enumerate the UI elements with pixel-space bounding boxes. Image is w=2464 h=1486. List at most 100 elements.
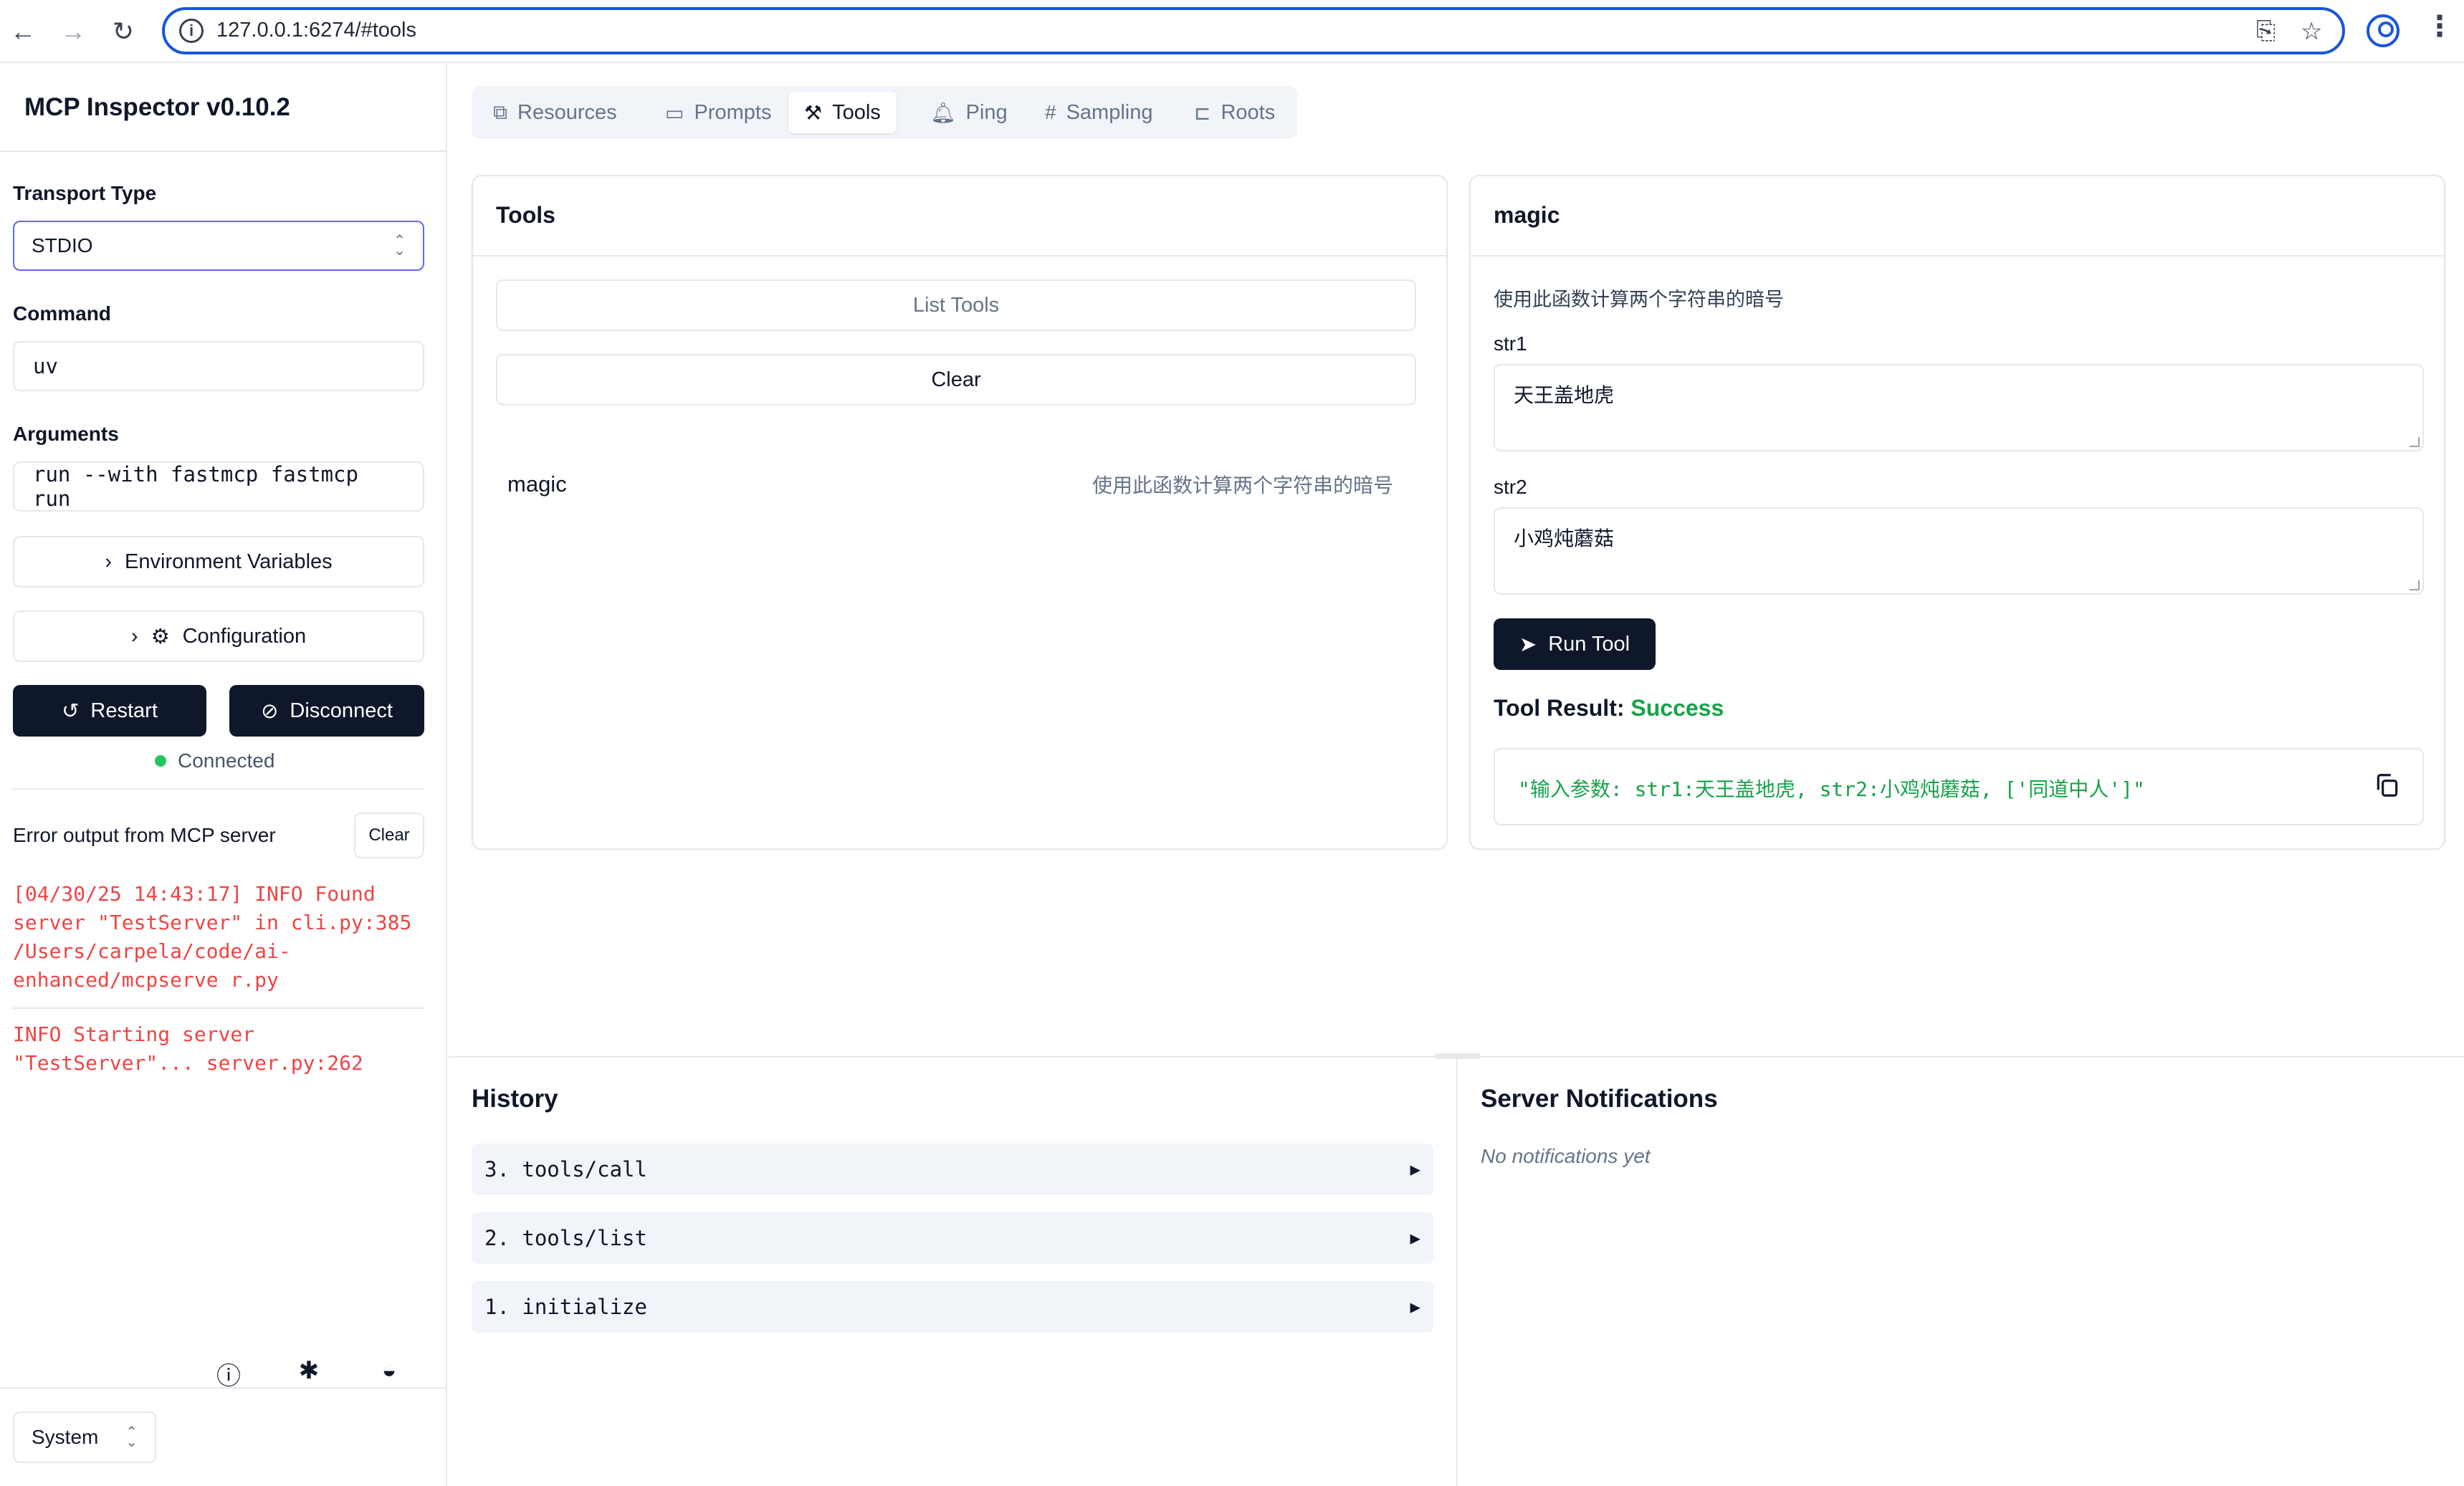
tool-list-item[interactable]: magic 使用此函数计算两个字符串的暗号 <box>507 463 1393 506</box>
bookmark-star-icon[interactable]: ☆ <box>2301 17 2322 46</box>
address-bar[interactable]: i 127.0.0.1:6274/#tools ⎘ ☆ <box>162 7 2345 54</box>
list-tools-button[interactable]: List Tools <box>496 279 1416 331</box>
tab-ping[interactable]: 🔔︎ Ping <box>915 92 1023 133</box>
history-item[interactable]: 3. tools/call ▶ <box>472 1144 1433 1195</box>
tool-detail-description: 使用此函数计算两个字符串的暗号 <box>1494 289 1784 310</box>
transport-type-select[interactable]: STDIO ⌃ ⌄ <box>13 221 424 271</box>
transport-type-value: STDIO <box>32 234 93 257</box>
run-tool-button[interactable]: ➤ Run Tool <box>1494 618 1656 670</box>
resize-handle-icon[interactable] <box>2410 437 2420 447</box>
message-square-icon: ▭ <box>665 101 684 124</box>
transport-type-label: Transport Type <box>13 182 157 204</box>
connection-status: Connected <box>155 749 274 772</box>
log-entry: [04/30/25 14:43:17] INFO Found server "T… <box>13 882 412 992</box>
theme-select[interactable]: System ⌃ ⌄ <box>13 1411 156 1463</box>
divider <box>13 788 424 790</box>
profile-icon[interactable] <box>2367 14 2399 47</box>
disconnect-button[interactable]: ⊘ Disconnect <box>229 685 424 737</box>
send-icon: ➤ <box>1519 633 1537 656</box>
tool-result-status: Success <box>1630 695 1724 721</box>
bug-icon[interactable]: ✱ <box>291 1356 327 1385</box>
back-icon[interactable]: ← <box>4 13 42 50</box>
github-icon[interactable]: ◒ <box>371 1356 407 1384</box>
disconnect-label: Disconnect <box>290 699 393 722</box>
sidebar: MCP Inspector v0.10.2 Transport Type STD… <box>0 64 447 1486</box>
log-entry: INFO Starting server "TestServer"... ser… <box>13 1022 363 1075</box>
no-notifications-text: No notifications yet <box>1481 1145 1651 1167</box>
error-output-title: Error output from MCP server <box>13 824 276 846</box>
history-item[interactable]: 1. initialize ▶ <box>472 1281 1433 1333</box>
command-input[interactable]: uv <box>13 341 424 391</box>
url-text[interactable]: 127.0.0.1:6274/#tools <box>216 19 416 42</box>
theme-value: System <box>32 1426 99 1448</box>
tool-result-text: "输入参数: str1:天王盖地虎, str2:小鸡炖蘑菇, ['同道中人']" <box>1518 777 2145 801</box>
site-info-icon[interactable]: i <box>179 19 204 43</box>
tab-tools[interactable]: ⚒ Tools <box>788 92 897 133</box>
history-item-label: 3. tools/call <box>484 1157 647 1181</box>
param-str2-input[interactable]: 小鸡炖蘑菇 <box>1494 507 2424 595</box>
gear-icon: ⚙ <box>151 625 170 648</box>
restart-button[interactable]: ↺ Restart <box>13 685 206 737</box>
tool-name: magic <box>507 471 567 497</box>
param-str2-label: str2 <box>1494 476 1527 498</box>
tab-label: Sampling <box>1066 100 1153 124</box>
param-str1-input[interactable]: 天王盖地虎 <box>1494 364 2424 451</box>
tab-resources[interactable]: ⧉ Resources <box>477 92 633 133</box>
clear-log-button[interactable]: Clear <box>354 812 424 858</box>
param-str2-value: 小鸡炖蘑菇 <box>1514 527 1615 550</box>
configuration-button[interactable]: › ⚙ Configuration <box>13 610 424 662</box>
clear-tools-button[interactable]: Clear <box>496 354 1416 406</box>
tab-label: Ping <box>965 100 1008 124</box>
copy-icon[interactable] <box>2374 771 2401 800</box>
app-title: MCP Inspector v0.10.2 <box>24 93 290 121</box>
environment-variables-button[interactable]: › Environment Variables <box>13 536 424 588</box>
tool-result-label: Tool Result: <box>1494 695 1625 721</box>
translate-icon[interactable]: ⎘ <box>2256 17 2276 45</box>
param-str1-label: str1 <box>1494 332 1527 355</box>
folder-tree-icon: ⊏ <box>1194 101 1211 124</box>
restart-icon: ↺ <box>62 699 80 723</box>
tool-detail-card: magic 使用此函数计算两个字符串的暗号 str1 天王盖地虎 str2 小鸡… <box>1469 175 2445 850</box>
configuration-label: Configuration <box>182 624 307 648</box>
tab-bar: ⧉ Resources ▭ Prompts ⚒ Tools 🔔︎ Ping # … <box>472 86 1297 139</box>
run-tool-label: Run Tool <box>1548 632 1630 656</box>
tab-label: Tools <box>832 100 881 124</box>
resize-handle-icon[interactable] <box>2410 580 2420 590</box>
history-item[interactable]: 2. tools/list ▶ <box>472 1212 1433 1264</box>
help-icon[interactable]: ⓘ <box>211 1356 247 1391</box>
arguments-input[interactable]: run --with fastmcp fastmcp run <box>13 461 424 512</box>
browser-menu-icon[interactable]: ⋮ <box>2425 10 2454 43</box>
tab-prompts[interactable]: ▭ Prompts <box>649 92 787 133</box>
tab-roots[interactable]: ⊏ Roots <box>1178 92 1291 133</box>
tool-result-heading: Tool Result: Success <box>1494 695 1724 722</box>
hash-icon: # <box>1045 101 1056 123</box>
resize-handle[interactable] <box>1435 1053 1481 1059</box>
arguments-label: Arguments <box>13 423 119 445</box>
forward-icon[interactable]: → <box>54 13 92 50</box>
history-title: History <box>472 1085 558 1113</box>
tool-result-box: "输入参数: str1:天王盖地虎, str2:小鸡炖蘑菇, ['同道中人']" <box>1494 748 2424 825</box>
expand-triangle-icon: ▶ <box>1410 1297 1420 1317</box>
environment-variables-label: Environment Variables <box>125 550 333 573</box>
files-icon: ⧉ <box>493 100 507 123</box>
server-notifications-title: Server Notifications <box>1481 1085 1718 1113</box>
reload-icon[interactable]: ↻ <box>105 13 142 50</box>
tool-detail-header: magic <box>1471 176 2444 257</box>
chevron-updown-icon: ⌃ ⌄ <box>393 233 406 259</box>
disconnect-icon: ⊘ <box>261 699 279 723</box>
connection-status-text: Connected <box>178 749 275 772</box>
tools-card-header: Tools <box>473 176 1446 257</box>
command-label: Command <box>13 302 111 325</box>
chevron-right-icon: › <box>105 550 113 573</box>
tab-sampling[interactable]: # Sampling <box>1029 92 1168 133</box>
param-str1-value: 天王盖地虎 <box>1514 384 1615 406</box>
tools-card-title: Tools <box>496 202 555 228</box>
expand-triangle-icon: ▶ <box>1410 1228 1420 1248</box>
tool-detail-title: magic <box>1494 202 1560 228</box>
expand-triangle-icon: ▶ <box>1410 1159 1420 1179</box>
bell-icon: 🔔︎ <box>930 101 956 124</box>
history-item-label: 1. initialize <box>484 1295 647 1319</box>
panel-divider <box>1456 1058 1458 1486</box>
tab-label: Resources <box>517 100 617 124</box>
browser-toolbar: ← → ↻ i 127.0.0.1:6274/#tools ⎘ ☆ ⋮ <box>0 0 2464 63</box>
